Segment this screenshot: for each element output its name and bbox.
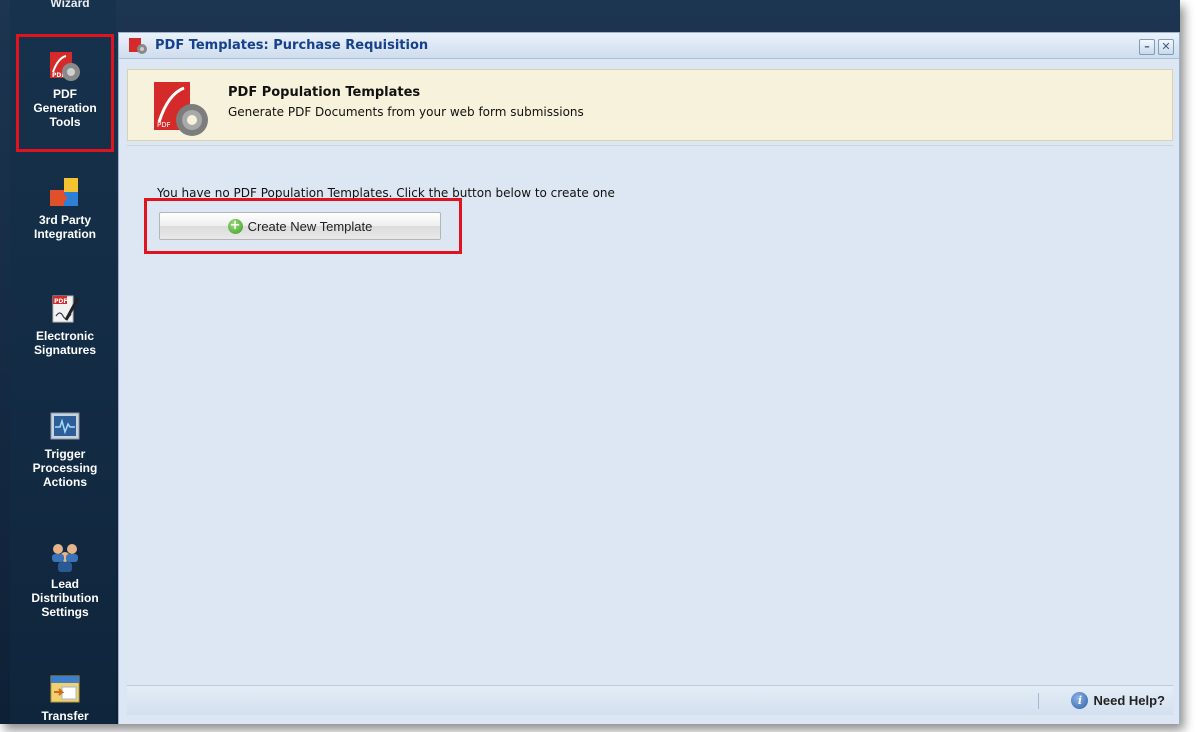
banner-subtitle: Generate PDF Documents from your web for… [228, 105, 584, 119]
rail-label-line: Trigger [44, 447, 86, 461]
transfer-calendar-icon [48, 672, 82, 706]
rail-label-line: Processing [32, 461, 98, 475]
need-help-link[interactable]: i Need Help? [1071, 692, 1165, 709]
rail-item-lead-distribution-settings[interactable]: Lead Distribution Settings [18, 540, 112, 619]
minimize-button[interactable]: – [1139, 39, 1155, 55]
rail-item-transfer[interactable]: Transfer [18, 672, 112, 723]
rail-label-line: Transfer [41, 709, 89, 723]
templates-content: You have no PDF Population Templates. Cl… [127, 145, 1173, 681]
create-new-template-button[interactable]: + Create New Template [159, 212, 441, 240]
rail-label-line: Integration [34, 227, 96, 241]
add-icon: + [227, 218, 243, 234]
rail-label-line: Electronic [35, 329, 95, 343]
pdf-gear-icon [128, 37, 148, 55]
rail-label-line: Signatures [33, 343, 96, 357]
rail-item-electronic-signatures[interactable]: PDF Electronic Signatures [18, 292, 112, 357]
screenshot-canvas: Wizard PDF PDF Generation Tools 3rd Part… [0, 0, 1180, 724]
monitor-pulse-icon [48, 410, 82, 444]
puzzle-icon [48, 176, 82, 210]
pdf-gear-icon: PDF [152, 78, 212, 140]
tools-rail: Wizard PDF PDF Generation Tools 3rd Part… [10, 0, 116, 724]
rail-item-wizard-label[interactable]: Wizard [40, 0, 100, 10]
rail-label-line: Actions [42, 475, 87, 489]
info-icon: i [1071, 692, 1089, 709]
rail-label-line: PDF [53, 87, 77, 101]
rail-label-line: Lead [50, 577, 79, 591]
rail-item-3rd-party-integration[interactable]: 3rd Party Integration [18, 176, 112, 241]
window-statusbar: i Need Help? [127, 685, 1173, 715]
rail-label-line: 3rd Party [38, 213, 92, 227]
need-help-label: Need Help? [1093, 693, 1165, 708]
window-title: PDF Templates: Purchase Requisition [155, 38, 429, 53]
banner-title: PDF Population Templates [228, 85, 421, 100]
header-banner: PDF PDF Population Templates Generate PD… [127, 69, 1173, 141]
pdf-templates-window: PDF Templates: Purchase Requisition – ✕ … [118, 32, 1180, 724]
rail-label-line: Distribution [31, 591, 99, 605]
create-button-label: Create New Template [247, 218, 373, 234]
window-titlebar: PDF Templates: Purchase Requisition – ✕ [119, 33, 1179, 59]
statusbar-separator [1038, 693, 1039, 709]
rail-item-trigger-processing-actions[interactable]: Trigger Processing Actions [18, 410, 112, 489]
pdf-gear-icon: PDF [48, 50, 82, 84]
svg-text:PDF: PDF [54, 298, 67, 305]
rail-label-line: Generation [33, 101, 97, 115]
rail-label-line: Settings [41, 605, 89, 619]
empty-state-message: You have no PDF Population Templates. Cl… [157, 186, 615, 200]
svg-text:PDF: PDF [157, 121, 171, 129]
rail-label-line: Tools [49, 115, 81, 129]
pdf-signature-icon: PDF [48, 292, 82, 326]
close-button[interactable]: ✕ [1158, 39, 1174, 55]
rail-item-pdf-generation-tools[interactable]: PDF PDF Generation Tools [18, 50, 112, 129]
people-group-icon [48, 540, 82, 574]
